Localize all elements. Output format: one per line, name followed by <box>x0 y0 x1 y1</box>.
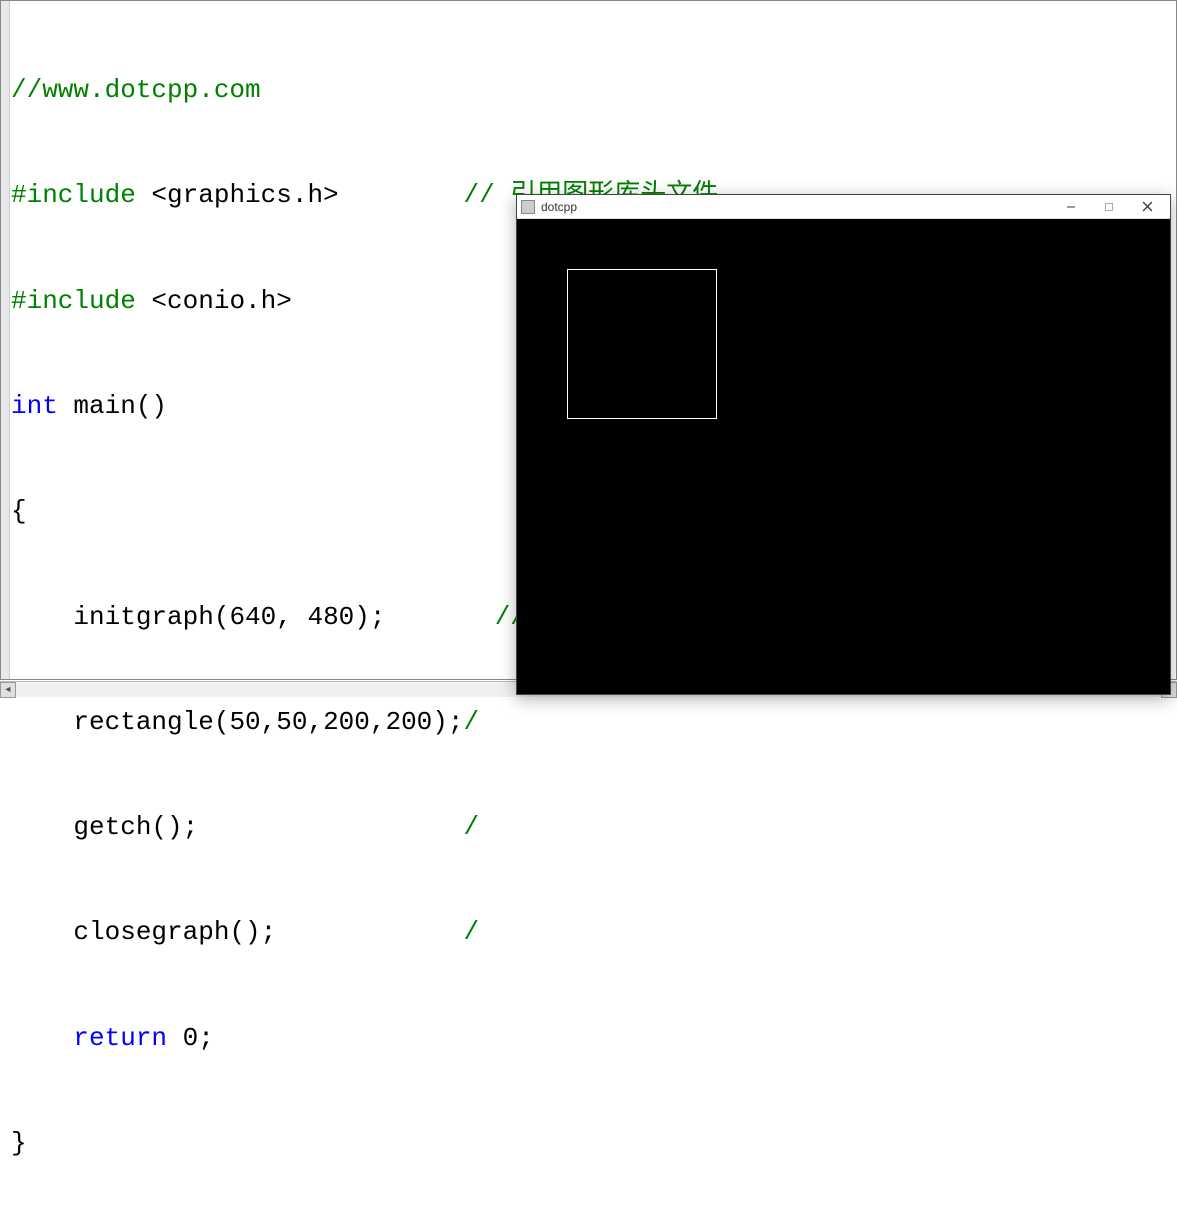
code-text: 0; <box>167 1023 214 1053</box>
keyword-text: return <box>73 1023 167 1053</box>
comment-text: / <box>464 917 480 947</box>
close-icon <box>1142 201 1153 212</box>
editor-gutter <box>1 1 10 679</box>
code-text: <conio.h> <box>136 286 292 316</box>
preproc-text: #include <box>11 180 136 210</box>
indent <box>11 1023 73 1053</box>
code-text: <graphics.h> <box>136 180 339 210</box>
maximize-icon <box>1104 202 1114 212</box>
drawn-rectangle <box>567 269 717 419</box>
code-line: getch(); / <box>11 810 994 845</box>
code-text: initgraph(640, 480); <box>73 602 385 632</box>
code-line: rectangle(50,50,200,200);/ <box>11 705 994 740</box>
code-line: //www.dotcpp.com <box>11 73 994 108</box>
code-text: main() <box>58 391 167 421</box>
indent <box>11 602 73 632</box>
maximize-button[interactable] <box>1090 196 1128 218</box>
window-icon <box>521 200 535 214</box>
code-line: } <box>11 1126 994 1161</box>
preproc-text: #include <box>11 286 136 316</box>
window-title: dotcpp <box>541 200 1052 214</box>
code-text: } <box>11 1128 27 1158</box>
comment-text: //www.dotcpp.com <box>11 75 261 105</box>
scroll-left-arrow[interactable]: ◄ <box>0 682 16 698</box>
code-text: closegraph(); <box>73 917 276 947</box>
close-button[interactable] <box>1128 196 1166 218</box>
code-line: closegraph(); / <box>11 915 994 950</box>
indent <box>11 917 73 947</box>
minimize-icon <box>1066 202 1076 212</box>
window-titlebar[interactable]: dotcpp <box>517 195 1170 219</box>
comment-text: / <box>464 812 480 842</box>
code-text: getch(); <box>73 812 198 842</box>
keyword-text: int <box>11 391 58 421</box>
minimize-button[interactable] <box>1052 196 1090 218</box>
code-line: return 0; <box>11 1021 994 1056</box>
code-text: { <box>11 496 27 526</box>
comment-text: / <box>464 707 480 737</box>
indent <box>11 812 73 842</box>
graphics-output-window[interactable]: dotcpp <box>516 194 1171 695</box>
code-text: rectangle(50,50,200,200); <box>73 707 463 737</box>
graphics-canvas <box>517 219 1170 694</box>
indent <box>11 707 73 737</box>
